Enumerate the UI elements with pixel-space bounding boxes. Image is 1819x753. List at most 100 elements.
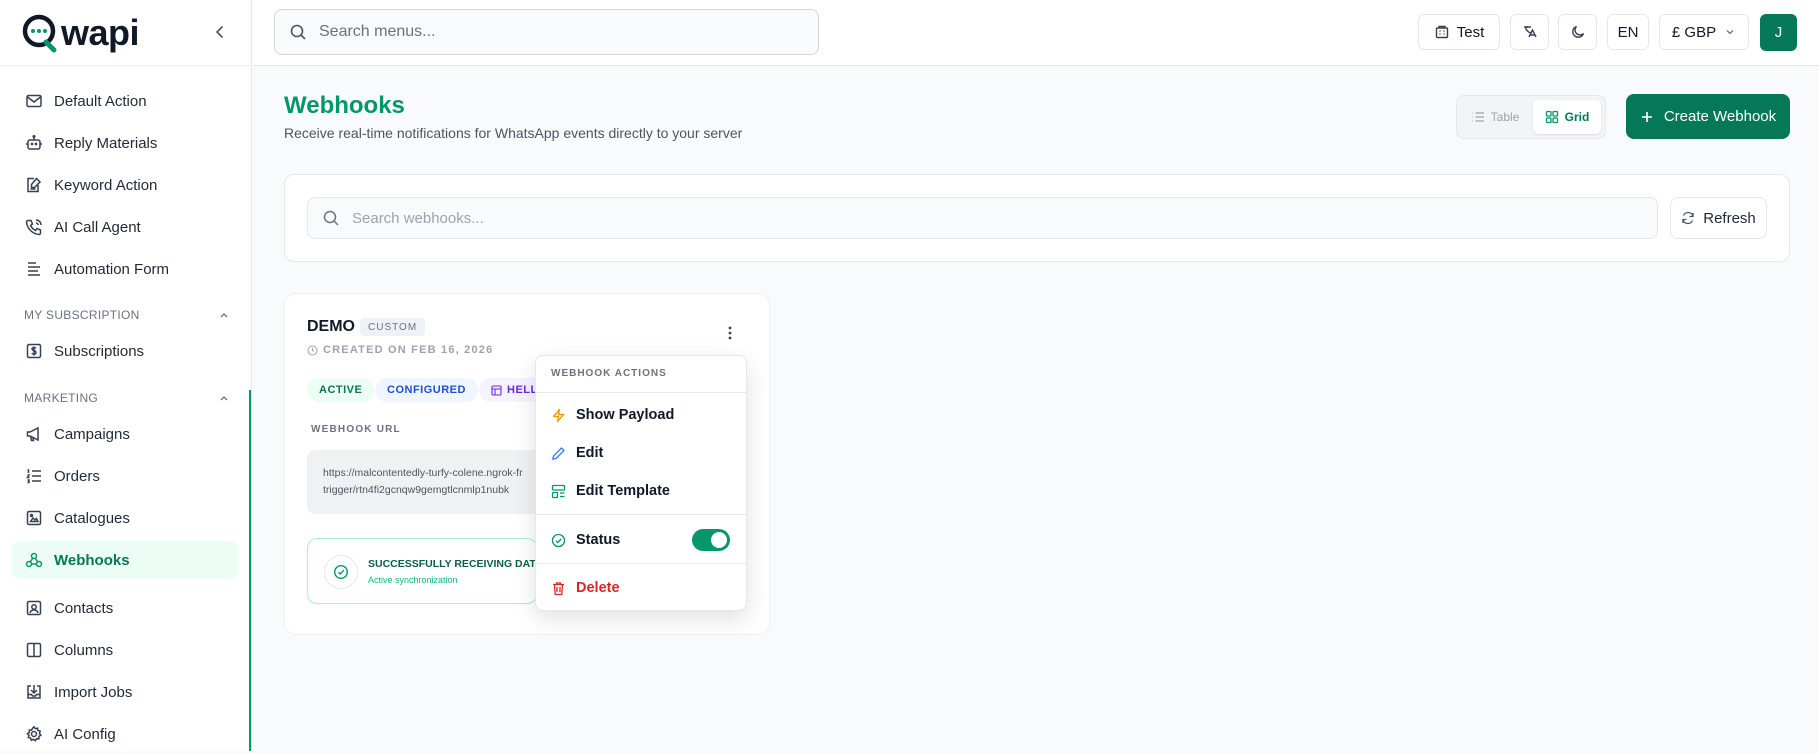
currency-selector[interactable]: £ GBP (1659, 14, 1749, 50)
webhook-url-line-2: trigger/rtn4fi2gcnqw9gemgtlcnmlp1nubk (323, 484, 510, 496)
webhook-actions-button[interactable] (722, 322, 738, 344)
phone-call-icon (24, 217, 44, 237)
page-title: Webhooks (284, 92, 405, 119)
sidebar-item-orders[interactable]: Orders (12, 457, 238, 495)
template-badge-label: HELL (507, 384, 538, 396)
sidebar-item-label: Orders (54, 467, 100, 485)
webhook-search-placeholder: Search webhooks... (352, 209, 484, 227)
webhook-url-line-1: https://malcontentedly-turfy-colene.ngro… (323, 467, 523, 479)
pencil-icon (552, 446, 565, 460)
sidebar-item-columns[interactable]: Columns (12, 631, 238, 669)
view-table-button[interactable]: Table (1463, 100, 1527, 134)
webhook-icon (24, 550, 44, 570)
section-my-subscription[interactable]: MY SUBSCRIPTION (24, 308, 230, 322)
search-icon (323, 210, 339, 226)
status-toggle[interactable] (692, 529, 730, 551)
sidebar-item-subscriptions[interactable]: Subscriptions (12, 332, 238, 370)
status-badge-active: ACTIVE (307, 378, 375, 402)
more-vertical-icon (728, 326, 732, 340)
mail-icon (24, 91, 44, 111)
check-circle-icon (551, 533, 566, 547)
sidebar-item-catalogues[interactable]: Catalogues (12, 499, 238, 537)
webhook-type-badge: CUSTOM (360, 318, 426, 336)
section-title: MY SUBSCRIPTION (24, 308, 140, 322)
section-title: MARKETING (24, 391, 99, 405)
create-webhook-button[interactable]: Create Webhook (1626, 94, 1790, 139)
section-marketing[interactable]: MARKETING (24, 391, 230, 405)
bot-icon (24, 133, 44, 153)
search-icon (290, 24, 306, 40)
menu-item-edit[interactable]: Edit (551, 438, 733, 468)
test-mode-button[interactable]: Test (1418, 14, 1500, 50)
sidebar-item-label: Reply Materials (54, 134, 158, 152)
language-selector[interactable]: EN (1607, 14, 1649, 50)
user-avatar[interactable]: J (1760, 14, 1797, 51)
webhook-url-label: WEBHOOK URL (311, 424, 401, 435)
chevron-up-icon (220, 313, 228, 318)
menu-divider (536, 563, 746, 564)
columns-icon (24, 640, 44, 660)
sidebar-item-ai-config[interactable]: AI Config (12, 715, 238, 753)
sidebar-item-label: Webhooks (54, 551, 130, 569)
logo[interactable]: wapi (22, 12, 140, 54)
view-grid-button[interactable]: Grid (1533, 100, 1601, 134)
menu-item-label: Edit (576, 445, 604, 461)
search-placeholder: Search menus... (319, 23, 436, 40)
translate-button[interactable] (1510, 14, 1549, 50)
sidebar-item-label: Keyword Action (54, 176, 158, 194)
view-grid-label: Grid (1564, 110, 1590, 124)
sidebar-item-ai-call-agent[interactable]: AI Call Agent (12, 208, 238, 246)
sync-status-subtitle: Active synchronization (368, 575, 458, 585)
sidebar-item-import-jobs[interactable]: Import Jobs (12, 673, 238, 711)
menu-item-label: Edit Template (576, 483, 670, 499)
refresh-button[interactable]: Refresh (1670, 197, 1767, 239)
menu-item-label: Delete (576, 580, 620, 596)
menu-item-label: Status (576, 532, 621, 548)
menu-item-delete[interactable]: Delete (551, 573, 733, 603)
dark-mode-toggle[interactable] (1558, 14, 1597, 50)
view-toggle: Table Grid (1456, 95, 1606, 139)
plus-icon (1641, 111, 1652, 122)
zap-icon (552, 408, 565, 422)
template-icon (551, 484, 566, 498)
catalogue-icon (24, 508, 44, 528)
sync-status-title: SUCCESSFULLY RECEIVING DAT (368, 558, 536, 570)
form-icon (24, 259, 44, 279)
clock-icon (307, 345, 318, 355)
logo-row: wapi (0, 0, 252, 66)
test-label: Test (1456, 23, 1485, 41)
dollar-icon (24, 341, 44, 361)
sidebar-item-label: AI Config (54, 725, 116, 743)
sync-status-box: SUCCESSFULLY RECEIVING DAT Active synchr… (307, 538, 537, 604)
moon-icon (1571, 25, 1584, 38)
webhook-url-box[interactable]: https://malcontentedly-turfy-colene.ngro… (307, 450, 549, 514)
language-label: EN (1617, 23, 1639, 41)
menu-search-input[interactable]: Search menus... (274, 9, 819, 55)
list-ordered-icon (24, 466, 44, 486)
view-table-label: Table (1490, 110, 1520, 124)
sidebar-item-default-action[interactable]: Default Action (12, 82, 238, 120)
sidebar-item-campaigns[interactable]: Campaigns (12, 415, 238, 453)
sidebar-item-label: Automation Form (54, 260, 170, 278)
grid-icon (1545, 110, 1558, 124)
sidebar-item-contacts[interactable]: Contacts (12, 589, 238, 627)
contact-icon (24, 598, 44, 618)
webhook-search-input[interactable]: Search webhooks... (307, 197, 1658, 239)
template-icon (491, 384, 502, 396)
menu-item-show-payload[interactable]: Show Payload (551, 400, 733, 430)
menu-title: WEBHOOK ACTIONS (551, 368, 667, 379)
sidebar-item-automation-form[interactable]: Automation Form (12, 250, 238, 288)
menu-item-edit-template[interactable]: Edit Template (551, 476, 733, 506)
sidebar-item-webhooks[interactable]: Webhooks (12, 541, 238, 579)
sidebar: wapi Default Action Reply Materials Keyw… (0, 0, 252, 751)
sidebar-item-reply-materials[interactable]: Reply Materials (12, 124, 238, 162)
sidebar-item-label: Default Action (54, 92, 147, 110)
sidebar-item-label: Catalogues (54, 509, 130, 527)
logo-chat-icon (22, 14, 57, 53)
collapse-sidebar-button[interactable] (210, 22, 230, 42)
toggle-knob (711, 532, 727, 548)
menu-divider (536, 392, 746, 393)
translate-icon (1523, 26, 1537, 38)
webhook-created-date: CREATED ON FEB 16, 2026 (307, 344, 493, 356)
sidebar-item-keyword-action[interactable]: Keyword Action (12, 166, 238, 204)
